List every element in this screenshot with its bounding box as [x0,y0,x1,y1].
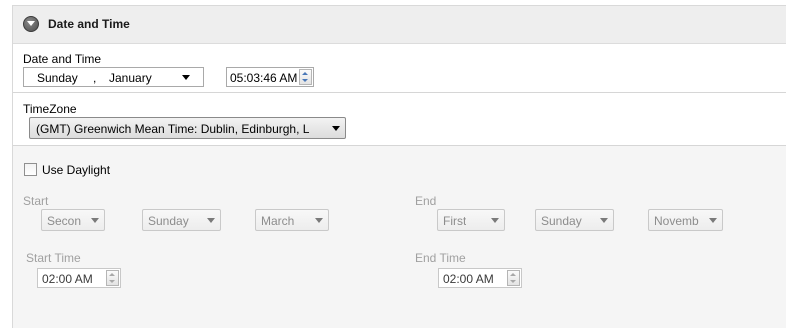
start-time-label: Start Time [26,251,81,265]
end-week-select[interactable]: First [437,209,505,231]
time-spinner[interactable]: 05:03:46 AM [226,67,314,87]
end-month-value: Novemb [654,214,699,228]
date-picker[interactable]: Sunday , January [23,67,204,87]
use-daylight-label[interactable]: Use Daylight [42,163,110,177]
timezone-label: TimeZone [23,102,77,116]
spin-down-icon[interactable] [302,79,308,82]
chevron-down-icon[interactable] [709,218,717,223]
divider [13,145,786,146]
start-month-select[interactable]: March [255,209,329,231]
panel-title: Date and Time [48,17,130,31]
time-value[interactable]: 05:03:46 AM [230,71,300,85]
timezone-dropdown-icon[interactable] [332,126,340,131]
end-time-spinner[interactable]: 02:00 AM [438,268,522,288]
timezone-select[interactable]: (GMT) Greenwich Mean Time: Dublin, Edinb… [29,117,346,139]
datetime-label: Date and Time [23,52,102,66]
collapse-toggle-icon[interactable] [23,16,39,32]
chevron-down-icon[interactable] [91,218,99,223]
start-time-value[interactable]: 02:00 AM [42,272,104,286]
panel-header[interactable]: Date and Time [13,6,786,44]
start-time-spinner[interactable]: 02:00 AM [37,268,121,288]
end-time-spin-buttons[interactable] [507,270,520,286]
start-day-select[interactable]: Sunday [142,209,221,231]
start-week-select[interactable]: Secon [41,209,105,231]
spin-up-icon[interactable] [510,273,516,276]
chevron-down-icon[interactable] [315,218,323,223]
chevron-down-icon[interactable] [600,218,608,223]
end-time-label: End Time [415,251,466,265]
date-month[interactable]: January [109,71,152,85]
spin-up-icon[interactable] [109,273,115,276]
spin-up-icon[interactable] [302,72,308,75]
end-day-value: Sunday [541,214,582,228]
start-month-value: March [261,214,295,228]
end-day-select[interactable]: Sunday [535,209,614,231]
date-weekday[interactable]: Sunday [37,71,78,85]
spin-down-icon[interactable] [510,280,516,283]
timezone-value: (GMT) Greenwich Mean Time: Dublin, Edinb… [36,122,310,136]
end-label: End [415,194,437,208]
start-label: Start [23,194,49,208]
chevron-down-icon[interactable] [491,218,499,223]
use-daylight-checkbox[interactable] [24,163,37,176]
start-time-spin-buttons[interactable] [106,270,119,286]
end-week-value: First [443,214,467,228]
end-month-select[interactable]: Novemb [648,209,723,231]
time-spin-buttons[interactable] [299,69,312,85]
start-day-value: Sunday [148,214,189,228]
start-week-value: Secon [47,214,82,228]
date-separator: , [93,71,97,85]
chevron-down-icon[interactable] [207,218,215,223]
end-time-value[interactable]: 02:00 AM [443,272,505,286]
spin-down-icon[interactable] [109,280,115,283]
date-dropdown-icon[interactable] [182,75,190,80]
date-time-panel: Date and Time Date and Time Sunday , Jan… [12,5,786,328]
